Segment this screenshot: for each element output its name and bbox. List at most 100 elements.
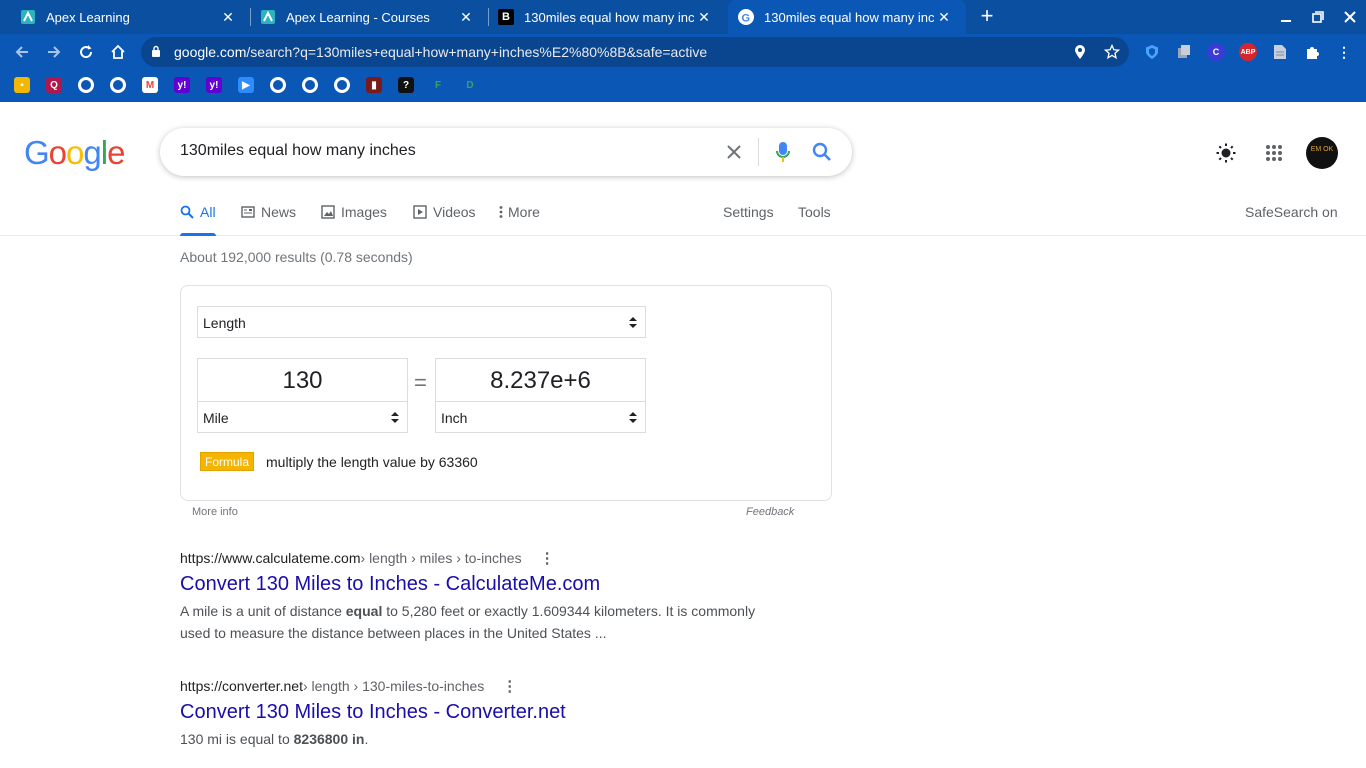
bookmark-dark-icon[interactable]: ? [398, 77, 414, 93]
bookmark-globe-icon[interactable] [110, 77, 126, 93]
close-icon[interactable]: ✕ [934, 7, 954, 27]
category-value: Length [203, 315, 246, 331]
svg-text:G: G [742, 13, 751, 24]
search-input[interactable]: 130miles equal how many inches [180, 142, 416, 160]
tab-apex-learning[interactable]: Apex Learning ✕ [0, 0, 250, 34]
theme-sun-icon[interactable] [1214, 141, 1238, 165]
to-unit-select[interactable]: Inch [435, 401, 646, 433]
bookmark-red-icon[interactable]: ▮ [366, 77, 382, 93]
bookmark-globe-icon[interactable] [270, 77, 286, 93]
address-bar[interactable]: google.com/search?q=130miles+equal+how+m… [141, 37, 1129, 67]
new-tab-button[interactable]: + [975, 5, 999, 29]
clear-icon[interactable] [722, 140, 746, 164]
adblock-icon[interactable]: ABP [1239, 43, 1257, 61]
bookmark-zoom-icon[interactable]: ▶ [238, 77, 254, 93]
apex-icon [20, 9, 36, 25]
bookmark-globe-icon[interactable] [334, 77, 350, 93]
apex-icon [260, 9, 276, 25]
bookmark-globe-icon[interactable] [78, 77, 94, 93]
tab-title: 130miles equal how many inche [764, 9, 934, 25]
shield-extension-icon[interactable] [1143, 43, 1161, 61]
from-unit-value: Mile [203, 410, 229, 426]
tab-images[interactable]: Images [321, 204, 387, 220]
tab-news[interactable]: News [241, 204, 296, 220]
bookmark-gmail-icon[interactable]: M [142, 77, 158, 93]
tab-brainly[interactable]: B 130miles equal how many inche ✕ [488, 0, 726, 34]
tab-label: All [200, 204, 216, 220]
search-result: https://converter.net › length › 130-mil… [180, 677, 780, 750]
close-window-icon[interactable] [1339, 6, 1361, 28]
result-snippet: A mile is a unit of distance equal to 5,… [180, 603, 756, 641]
bookmark-star-icon[interactable] [1103, 43, 1121, 60]
result-title-link[interactable]: Convert 130 Miles to Inches - CalculateM… [180, 573, 780, 596]
bookmark-f-icon[interactable]: F [430, 77, 446, 93]
back-arrow-icon[interactable] [10, 40, 34, 64]
result-path: › length › 130-miles-to-inches [302, 678, 485, 694]
search-icon[interactable] [810, 140, 834, 164]
tab-all[interactable]: All [180, 204, 216, 236]
close-icon[interactable]: ✕ [694, 7, 714, 27]
settings-link[interactable]: Settings [723, 204, 774, 220]
home-icon[interactable] [106, 40, 130, 64]
brainly-icon: B [498, 9, 514, 25]
forward-arrow-icon[interactable] [42, 40, 66, 64]
microphone-icon[interactable] [771, 140, 795, 164]
more-vert-icon [498, 205, 504, 219]
kebab-menu-icon[interactable]: ⋮ [1335, 43, 1353, 61]
tab-google-search[interactable]: G 130miles equal how many inche ✕ [728, 0, 966, 34]
bookmark-d-icon[interactable]: D [462, 77, 478, 93]
bookmark-quizlet-icon[interactable]: Q [46, 77, 62, 93]
tab-strip: Apex Learning ✕ Apex Learning - Courses … [0, 0, 1366, 34]
more-vert-icon[interactable]: ⋮ [540, 549, 555, 567]
bookmark-yahoo-icon[interactable]: y! [206, 77, 222, 93]
to-unit-value: Inch [441, 410, 468, 426]
select-arrows-icon [629, 316, 637, 332]
to-value-input[interactable]: 8.237e+6 [435, 358, 646, 402]
video-icon [413, 205, 427, 219]
document-extension-icon[interactable] [1271, 43, 1289, 61]
result-url[interactable]: https://www.calculateme.com › length › m… [180, 549, 780, 567]
result-path: › length › miles › to-inches [360, 550, 522, 566]
result-site: https://converter.net [180, 678, 303, 694]
location-pin-icon[interactable] [1072, 44, 1088, 60]
logo-letter: G [24, 134, 50, 171]
result-url[interactable]: https://converter.net › length › 130-mil… [180, 677, 780, 695]
tab-more[interactable]: More [498, 204, 540, 220]
more-vert-icon[interactable]: ⋮ [502, 677, 517, 695]
google-logo[interactable]: Google [24, 134, 125, 172]
tools-link[interactable]: Tools [798, 204, 831, 220]
formula-badge: Formula [200, 452, 255, 471]
bookmark-globe-icon[interactable] [302, 77, 318, 93]
c-extension-icon[interactable]: C [1207, 43, 1225, 61]
tab-label: News [261, 204, 297, 220]
equals-sign: = [414, 370, 427, 395]
more-info-link[interactable]: More info [192, 506, 238, 518]
lock-icon [151, 45, 161, 63]
avatar[interactable]: EM OK [1306, 137, 1338, 169]
restore-icon[interactable] [1307, 6, 1329, 28]
copy-extension-icon[interactable] [1175, 43, 1193, 61]
apps-grid-icon[interactable] [1262, 141, 1286, 165]
search-result: https://www.calculateme.com › length › m… [180, 549, 780, 644]
safesearch-status[interactable]: SafeSearch on [1245, 204, 1338, 220]
close-icon[interactable]: ✕ [218, 7, 238, 27]
image-icon [321, 205, 335, 219]
tab-apex-courses[interactable]: Apex Learning - Courses ✕ [250, 0, 488, 34]
bookmark-classroom-icon[interactable]: ▪ [14, 77, 30, 93]
bookmark-yahoo-icon[interactable]: y! [174, 77, 190, 93]
from-unit-select[interactable]: Mile [197, 401, 408, 433]
search-box[interactable]: 130miles equal how many inches [160, 128, 852, 176]
tab-videos[interactable]: Videos [413, 204, 476, 220]
puzzle-extensions-icon[interactable] [1303, 43, 1321, 61]
reload-icon[interactable] [74, 40, 98, 64]
category-select[interactable]: Length [197, 306, 646, 338]
tab-title: Apex Learning - Courses [286, 9, 430, 25]
tab-title: Apex Learning [46, 9, 130, 25]
minimize-icon[interactable] [1275, 6, 1297, 28]
result-title-link[interactable]: Convert 130 Miles to Inches - Converter.… [180, 701, 780, 724]
news-icon [241, 206, 255, 218]
from-value-input[interactable]: 130 [197, 358, 408, 402]
close-icon[interactable]: ✕ [456, 7, 476, 27]
feedback-link[interactable]: Feedback [746, 506, 794, 518]
tab-label: Videos [433, 204, 476, 220]
